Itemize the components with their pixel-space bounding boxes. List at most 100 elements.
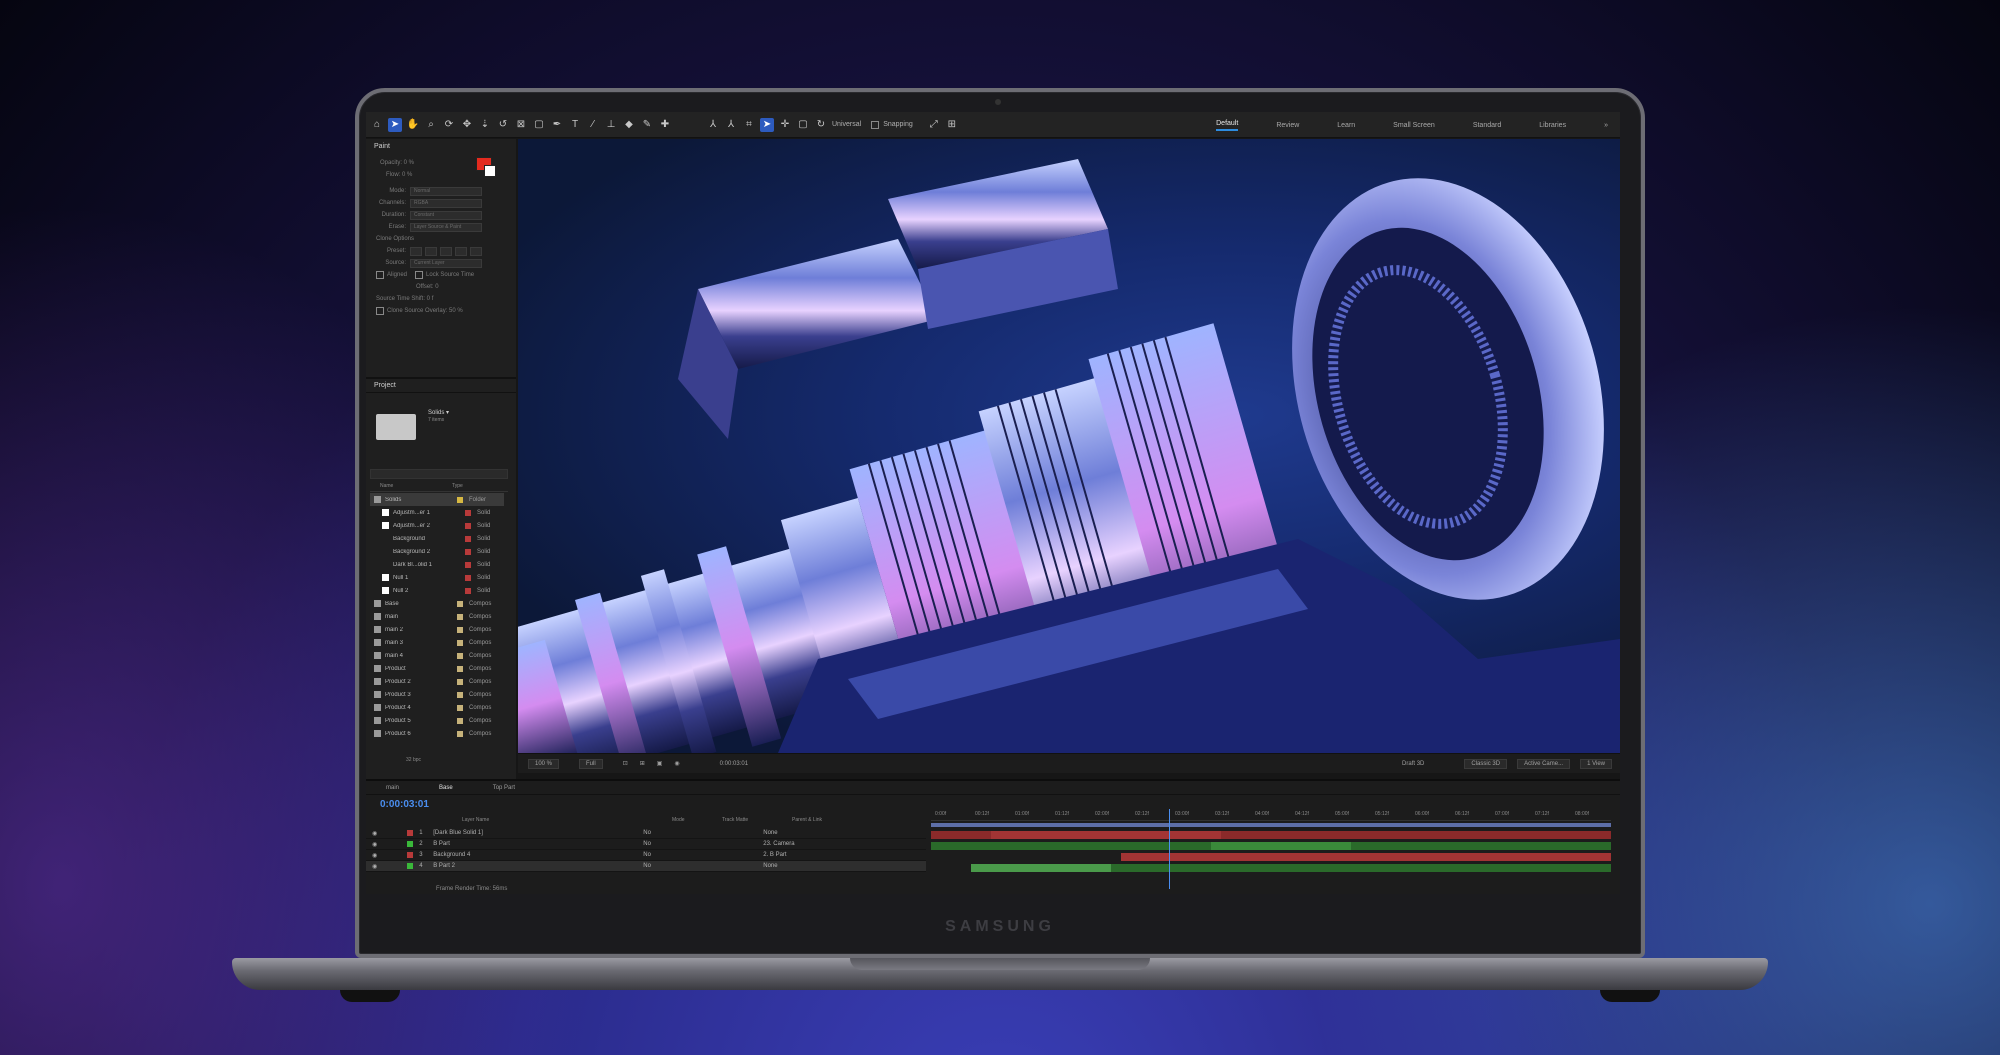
project-item[interactable]: Product 6 Compos [370,727,504,740]
layer-row[interactable]: ◉ 4 B Part 2 No None [366,861,926,872]
zoom-tool-icon[interactable]: ⌕ [424,118,438,132]
paint-mode-dropdown[interactable]: Normal [410,186,482,196]
project-item[interactable]: Product 5 Compos [370,714,504,727]
paint-duration-dropdown[interactable]: Constant [410,210,482,220]
layer-parent-dropdown[interactable]: None [763,830,777,836]
roto-brush-tool-icon[interactable]: ✎ [640,118,654,132]
layer-name[interactable]: B Part [433,841,583,847]
camera-dropdown[interactable]: Active Came... [1517,758,1571,769]
paint-opacity[interactable]: Opacity: 0 % [380,160,414,166]
universal-transform-icon[interactable]: ➤ [760,117,774,132]
track-bar-3[interactable] [1121,853,1611,861]
label-color-icon[interactable] [465,574,471,581]
label-color-icon[interactable] [465,548,471,555]
preset-4-icon[interactable] [455,246,467,256]
preset-1-icon[interactable] [410,246,422,256]
axis-world-icon[interactable]: ⅄ [724,118,738,132]
header-mode[interactable]: Mode [672,817,712,827]
home-icon[interactable]: ⌂ [370,118,384,132]
3d-view-mode-dropdown[interactable]: Classic 3D [1464,758,1508,769]
label-color-icon[interactable] [457,665,463,672]
view-layout-dropdown[interactable]: 1 View [1580,758,1612,769]
snapping-label[interactable]: Snapping [883,121,913,128]
workspace-review[interactable]: Review [1276,122,1299,129]
label-color-icon[interactable] [465,509,471,516]
header-layer-name[interactable]: Layer Name [462,817,612,827]
layer-mode-dropdown[interactable]: No [643,830,683,836]
playhead[interactable] [1169,809,1170,889]
paint-erase-dropdown[interactable]: Layer Source & Paint [410,222,482,232]
workspace-standard[interactable]: Standard [1473,122,1501,129]
layer-label-color-icon[interactable] [407,863,414,869]
selection-tool-icon[interactable]: ➤ [388,117,402,132]
tab-base[interactable]: Base [439,785,453,791]
project-item[interactable]: Solids Folder [370,493,504,506]
column-type[interactable]: Type [452,483,463,491]
snapshot-icon[interactable]: ◉ [674,760,679,767]
pen-tool-icon[interactable]: ✒ [550,118,564,132]
label-color-icon[interactable] [457,730,463,737]
visibility-eye-icon[interactable]: ◉ [372,830,377,837]
project-item[interactable]: main 2 Compos [370,623,504,636]
composition-viewer[interactable] [518,139,1620,753]
dolly-tool-icon[interactable]: ⇣ [478,118,492,132]
renderer-label[interactable]: Draft 3D [1402,761,1424,767]
rotate-transform-icon[interactable]: ↻ [814,118,828,132]
project-item[interactable]: Product Compos [370,662,504,675]
layer-label-color-icon[interactable] [407,830,414,836]
workspace-learn[interactable]: Learn [1337,122,1355,129]
workspace-small-screen[interactable]: Small Screen [1393,122,1435,129]
clone-source-overlay-checkbox[interactable] [376,307,384,315]
lock-source-time-checkbox[interactable] [415,271,424,279]
workspace-libraries[interactable]: Libraries [1539,122,1566,129]
workspace-more-icon[interactable]: » [1604,122,1608,129]
label-color-icon[interactable] [457,496,463,503]
brush-tool-icon[interactable]: ⁄ [586,118,600,132]
puppet-tool-icon[interactable]: ✚ [658,118,672,132]
project-item[interactable]: Product 4 Compos [370,701,504,714]
track-bar-4-highlight[interactable] [971,864,1111,872]
project-item[interactable]: Product 3 Compos [370,688,504,701]
layer-name[interactable]: Background 4 [433,852,583,858]
mask-visibility-icon[interactable]: ▣ [657,760,663,767]
project-item[interactable]: main 3 Compos [370,636,504,649]
region-of-interest-icon[interactable]: ⊡ [623,760,628,767]
label-color-icon[interactable] [457,626,463,633]
label-color-icon[interactable] [457,652,463,659]
axis-view-icon[interactable]: ⌗ [742,118,756,132]
project-item[interactable]: main Compos [370,610,504,623]
pan-tool-icon[interactable]: ✥ [460,118,474,132]
snap-settings-icon[interactable]: ⊞ [945,118,959,132]
aligned-checkbox[interactable] [376,271,384,279]
layer-mode-dropdown[interactable]: No [643,841,683,847]
offset-value[interactable]: Offset: 0 [416,281,510,293]
preset-5-icon[interactable] [470,246,482,256]
orbit-tool-icon[interactable]: ⟳ [442,118,456,132]
label-color-icon[interactable] [457,600,463,607]
project-item[interactable]: Null 2 Solid [370,584,504,597]
visibility-eye-icon[interactable]: ◉ [372,852,377,859]
project-item[interactable]: Dark Bl...olid 1 Solid [370,558,504,571]
visibility-eye-icon[interactable]: ◉ [372,863,377,870]
move-transform-icon[interactable]: ✛ [778,118,792,132]
project-item[interactable]: Base Compos [370,597,504,610]
background-color-swatch[interactable] [484,165,496,177]
tab-top-part[interactable]: Top Part [493,785,515,791]
pan-behind-tool-icon[interactable]: ⊠ [514,118,528,132]
label-color-icon[interactable] [457,691,463,698]
layer-name[interactable]: [Dark Blue Solid 1] [433,830,583,836]
layer-parent-dropdown[interactable]: 23. Camera [763,841,794,847]
layer-label-color-icon[interactable] [407,841,414,847]
snapping-checkbox[interactable] [871,120,880,129]
label-color-icon[interactable] [465,535,471,542]
label-color-icon[interactable] [465,561,471,568]
hand-tool-icon[interactable]: ✋ [406,118,420,132]
snap-option-icon[interactable]: ⤢ [927,118,941,132]
time-ruler[interactable]: 0:00f 00:12f 01:00f 01:12f 02:00f 02:12f 03:00… [931,809,1611,821]
current-time[interactable]: 0:00:03:01 [720,761,748,767]
layer-name[interactable]: B Part 2 [433,863,583,869]
layer-mode-dropdown[interactable]: No [643,863,683,869]
track-bar-2-highlight[interactable] [1211,842,1351,850]
label-color-icon[interactable] [457,717,463,724]
label-color-icon[interactable] [465,587,471,594]
